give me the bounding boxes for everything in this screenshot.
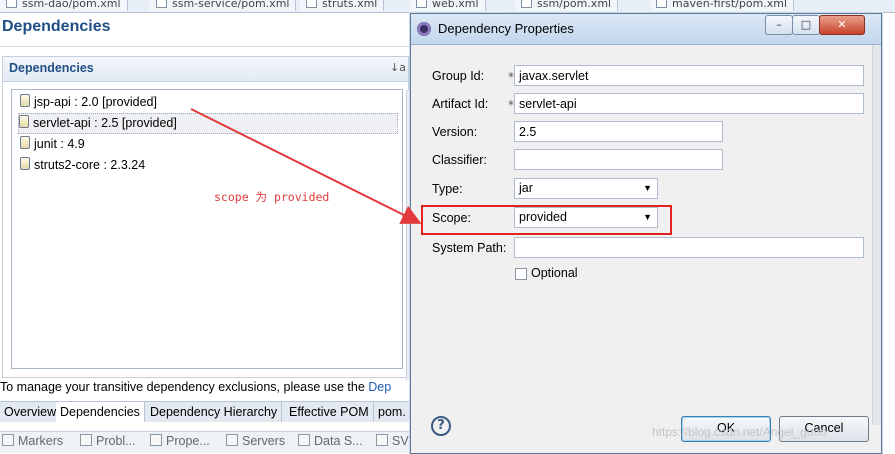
jar-icon (20, 157, 30, 170)
version-label: Version: (432, 125, 478, 139)
system-path-field[interactable] (514, 237, 864, 258)
view-tab-data-source[interactable]: Data S... (298, 434, 363, 448)
help-icon[interactable]: ? (431, 416, 451, 436)
watermark: https://blog.csdn.net/Angel_guoo (652, 425, 827, 439)
jar-icon (20, 136, 30, 149)
editor-tab-label: struts.xml (322, 0, 378, 10)
system-path-label: System Path: (432, 241, 507, 255)
list-item[interactable]: junit : 4.9 (20, 135, 398, 154)
view-tab-problems[interactable]: Probl... (80, 434, 136, 448)
classifier-field[interactable] (514, 149, 723, 170)
editor-tab[interactable]: ssm-dao/pom.xml (0, 0, 128, 11)
problems-icon (80, 434, 92, 446)
group-id-field[interactable]: javax.servlet (514, 65, 864, 86)
exclusions-hint: To manage your transitive dependency exc… (0, 380, 391, 394)
classifier-label: Classifier: (432, 153, 487, 167)
editor-tab[interactable]: web.xml (410, 0, 486, 11)
xml-file-icon (156, 0, 167, 8)
group-id-label: Group Id: (432, 69, 485, 83)
tab-dependency-hierarchy[interactable]: Dependency Hierarchy (146, 402, 283, 422)
view-tab-markers[interactable]: Markers (2, 434, 63, 448)
type-select[interactable]: jar ▼ (514, 178, 658, 199)
editor-tab-bar: ssm-dao/pom.xml ssm-service/pom.xml stru… (0, 0, 895, 13)
xml-file-icon (306, 0, 317, 8)
chevron-down-icon: ▼ (643, 183, 652, 193)
tab-overview[interactable]: Overview (0, 402, 62, 422)
editor-tab-label: web.xml (432, 0, 479, 10)
dependency-list[interactable]: jsp-api : 2.0 [provided] servlet-api : 2… (11, 89, 403, 369)
properties-icon (150, 434, 162, 446)
dependency-label: junit : 4.9 (34, 137, 85, 151)
jar-icon (19, 115, 29, 128)
optional-checkbox[interactable] (515, 268, 527, 280)
editor-tab[interactable]: struts.xml (300, 0, 385, 11)
view-tab-label: Probl... (96, 434, 136, 448)
servers-icon (226, 434, 238, 446)
minimize-icon[interactable]: – (765, 15, 793, 35)
dependency-label: servlet-api : 2.5 [provided] (33, 116, 177, 130)
version-field[interactable]: 2.5 (514, 121, 723, 142)
editor-tab-active[interactable]: maven-first/pom.xml (650, 0, 795, 11)
page-title: Dependencies (2, 18, 111, 35)
view-tab-properties[interactable]: Prope... (150, 434, 210, 448)
pom-editor-tabs: Overview Dependencies Dependency Hierarc… (0, 401, 412, 422)
xml-file-icon (416, 0, 427, 8)
maximize-icon[interactable]: □ (792, 15, 820, 35)
view-tab-svn[interactable]: SV (376, 434, 409, 448)
views-bar: Markers Probl... Prope... Servers Data S… (0, 431, 412, 453)
list-item[interactable]: struts2-core : 2.3.24 (20, 156, 398, 175)
editor-tab-label: ssm-dao/pom.xml (22, 0, 121, 10)
list-item[interactable]: jsp-api : 2.0 [provided] (20, 93, 398, 112)
optional-label: Optional (531, 266, 578, 280)
xml-file-icon (6, 0, 17, 8)
artifact-id-field[interactable]: servlet-api (514, 93, 864, 114)
view-tab-servers[interactable]: Servers (226, 434, 285, 448)
section-header: Dependencies ↓a (3, 57, 408, 82)
type-select-value: jar (519, 181, 533, 195)
tab-dependencies[interactable]: Dependencies (56, 402, 145, 422)
editor-tab-label: ssm/pom.xml (537, 0, 612, 10)
xml-file-icon (521, 0, 532, 8)
scope-select-value: provided (519, 210, 567, 224)
list-item-selected[interactable]: servlet-api : 2.5 [provided] (18, 113, 398, 134)
type-label: Type: (432, 182, 463, 196)
view-tab-label: Prope... (166, 434, 210, 448)
view-tab-label: Markers (18, 434, 64, 448)
view-tab-label: Data S... (314, 434, 363, 448)
scope-label: Scope: (432, 211, 471, 225)
dialog-title: Dependency Properties (438, 21, 574, 36)
close-icon[interactable]: ✕ (819, 15, 865, 35)
scope-select[interactable]: provided ▼ (514, 207, 658, 228)
editor-tab-label: ssm-service/pom.xml (172, 0, 290, 10)
editor-tab[interactable]: ssm-service/pom.xml (150, 0, 297, 11)
artifact-id-label: Artifact Id: (432, 97, 489, 111)
section-title: Dependencies (9, 61, 94, 75)
view-tab-label: Servers (242, 434, 286, 448)
editor-tab-label: maven-first/pom.xml (672, 0, 788, 10)
markers-icon (2, 434, 14, 446)
dialog-titlebar[interactable]: Dependency Properties – □ ✕ (411, 14, 881, 45)
chevron-down-icon: ▼ (643, 212, 652, 222)
data-source-icon (298, 434, 310, 446)
svn-icon (376, 434, 388, 446)
dependency-label: struts2-core : 2.3.24 (34, 158, 146, 172)
view-tab-label: SV (392, 434, 409, 448)
eclipse-app-icon (417, 22, 431, 36)
dependencies-section: Dependencies ↓a jsp-api : 2.0 [provided]… (2, 56, 409, 378)
title-divider (0, 46, 410, 47)
xml-file-icon (656, 0, 667, 8)
hint-link[interactable]: Dep (368, 380, 391, 394)
dependency-properties-dialog: Dependency Properties – □ ✕ Group Id: * … (410, 13, 882, 454)
tab-pom-xml[interactable]: pom. (374, 402, 411, 422)
dependency-label: jsp-api : 2.0 [provided] (34, 95, 157, 109)
editor-tab[interactable]: ssm/pom.xml (515, 0, 619, 11)
tab-effective-pom[interactable]: Effective POM (285, 402, 374, 422)
annotation-text: scope 为 provided (214, 190, 330, 204)
hint-text: To manage your transitive dependency exc… (0, 380, 369, 394)
jar-icon (20, 94, 30, 107)
dialog-side-strip (872, 45, 881, 425)
sort-icon[interactable]: ↓a (390, 61, 406, 74)
